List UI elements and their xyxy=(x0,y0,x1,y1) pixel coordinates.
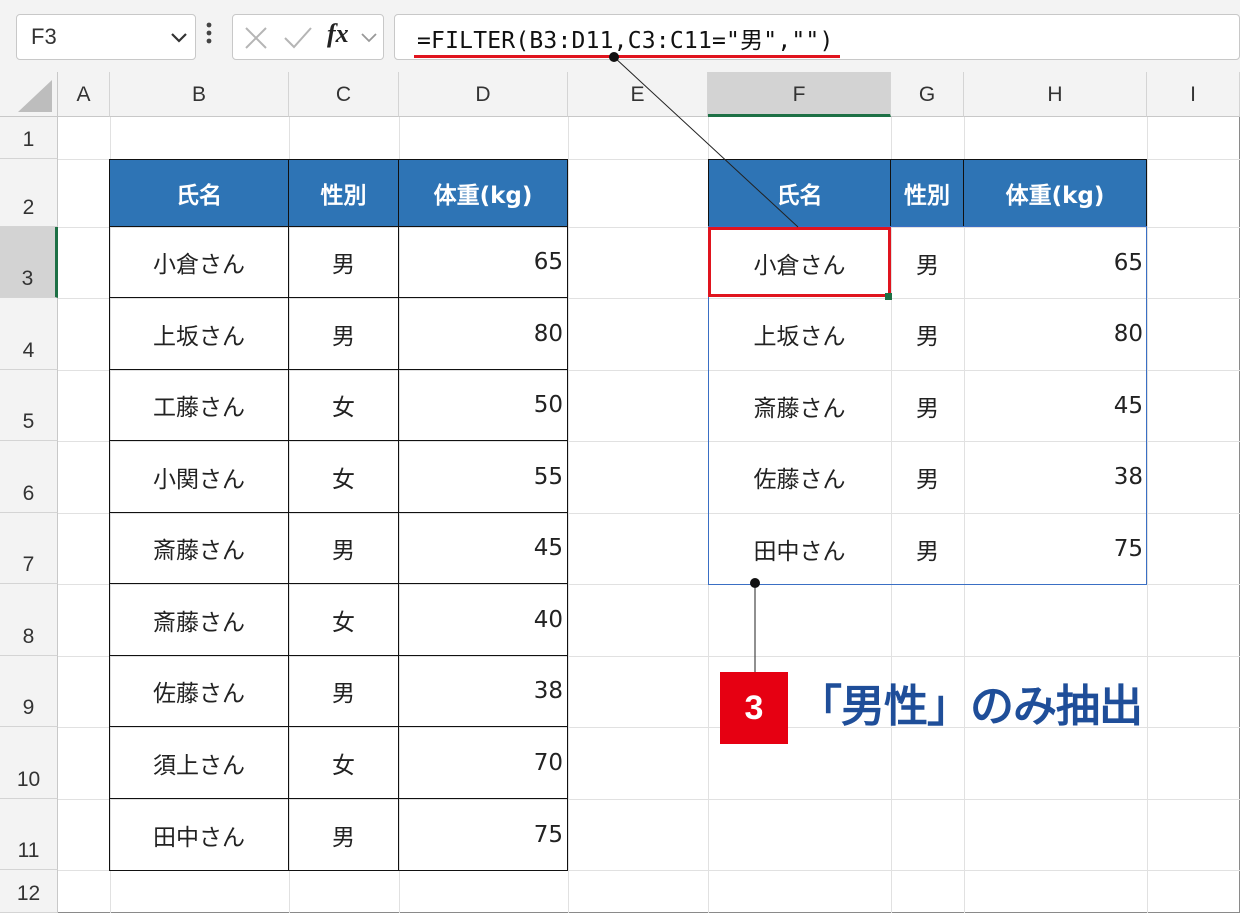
connector-dot xyxy=(609,52,619,62)
formula-connector-line xyxy=(613,56,799,228)
callout-text: 「男性」のみ抽出 xyxy=(798,681,1143,732)
callout-lines xyxy=(609,52,799,672)
step-number-badge: 3 xyxy=(720,672,788,744)
connector-dot xyxy=(750,578,760,588)
